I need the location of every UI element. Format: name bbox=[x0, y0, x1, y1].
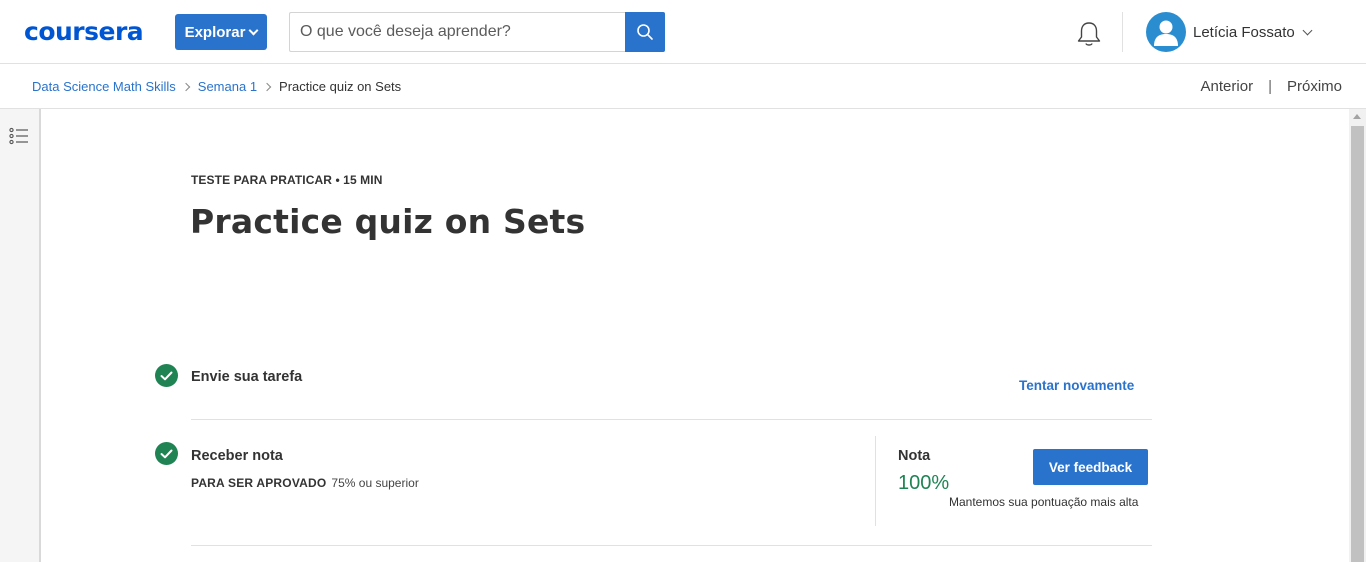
grade-value: 100% bbox=[898, 472, 950, 494]
explore-button[interactable]: Explorar bbox=[175, 14, 267, 50]
breadcrumb-bar: Data Science Math Skills Semana 1 Practi… bbox=[0, 64, 1366, 109]
chevron-down-icon bbox=[248, 25, 259, 35]
grade-label: Nota bbox=[898, 448, 931, 464]
user-name: Letícia Fossato bbox=[1193, 23, 1295, 41]
view-feedback-button[interactable]: Ver feedback bbox=[1033, 449, 1148, 485]
user-menu[interactable]: Letícia Fossato bbox=[1146, 12, 1313, 52]
left-rail bbox=[0, 109, 41, 562]
checkmark-icon bbox=[155, 442, 178, 465]
explore-button-label: Explorar bbox=[184, 23, 246, 41]
search-icon bbox=[637, 24, 653, 40]
scroll-up-arrow-icon[interactable] bbox=[1353, 114, 1361, 119]
step-grade-title: Receber nota bbox=[191, 448, 283, 464]
step-submit-title: Envie sua tarefa bbox=[191, 369, 303, 385]
pager-separator: | bbox=[1268, 78, 1272, 95]
vertical-scrollbar[interactable] bbox=[1349, 109, 1366, 562]
pass-label: PARA SER APROVADO bbox=[191, 476, 327, 490]
item-pager: Anterior | Próximo bbox=[1201, 78, 1342, 95]
bell-icon[interactable] bbox=[1074, 20, 1104, 48]
list-menu-icon[interactable] bbox=[9, 127, 29, 145]
search-button[interactable] bbox=[625, 12, 665, 52]
checkmark-icon bbox=[155, 364, 178, 387]
breadcrumb-course[interactable]: Data Science Math Skills bbox=[32, 79, 176, 94]
divider bbox=[191, 419, 1152, 420]
breadcrumb: Data Science Math Skills Semana 1 Practi… bbox=[32, 79, 401, 94]
retry-link[interactable]: Tentar novamente bbox=[1019, 378, 1134, 393]
next-link[interactable]: Próximo bbox=[1287, 78, 1342, 95]
previous-link[interactable]: Anterior bbox=[1201, 78, 1254, 95]
breadcrumb-current: Practice quiz on Sets bbox=[279, 79, 402, 94]
pass-value: 75% ou superior bbox=[331, 476, 419, 490]
header-divider bbox=[1122, 12, 1123, 52]
scrollbar-thumb[interactable] bbox=[1351, 126, 1364, 562]
search-input[interactable] bbox=[289, 12, 625, 52]
page-title: Practice quiz on Sets bbox=[190, 202, 586, 241]
pass-requirement: PARA SER APROVADO 75% ou superior bbox=[191, 476, 419, 490]
highest-score-note: Mantemos sua pontuação mais alta bbox=[949, 495, 1139, 509]
quiz-eyebrow: TESTE PARA PRATICAR • 15 MIN bbox=[191, 173, 383, 187]
user-avatar-icon bbox=[1146, 12, 1186, 52]
chevron-down-icon bbox=[1302, 25, 1313, 35]
chevron-right-icon bbox=[181, 82, 191, 91]
grade-divider bbox=[875, 436, 876, 526]
chevron-right-icon bbox=[262, 82, 272, 91]
divider bbox=[191, 545, 1152, 546]
coursera-logo[interactable]: coursera bbox=[24, 17, 144, 46]
top-header: coursera Explorar Letícia Fossato bbox=[0, 0, 1366, 64]
breadcrumb-week[interactable]: Semana 1 bbox=[198, 79, 257, 94]
